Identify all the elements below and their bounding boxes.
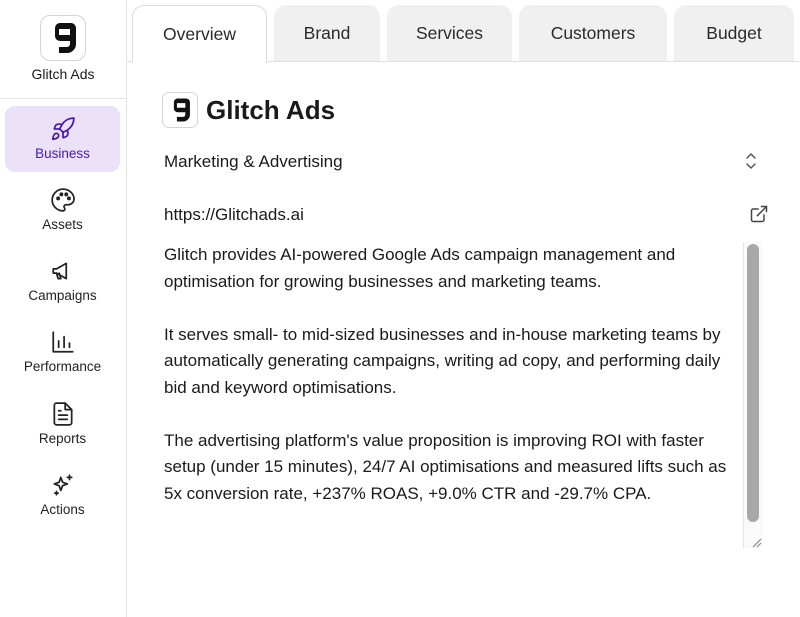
- document-icon: [52, 402, 73, 426]
- chevron-up-down-icon: [744, 151, 758, 176]
- industry-select[interactable]: Marketing & Advertising: [164, 146, 764, 178]
- sidebar-item-label: Assets: [42, 217, 83, 232]
- website-field[interactable]: https://Glitchads.ai: [164, 200, 769, 230]
- description-textarea[interactable]: Glitch provides AI-powered Google Ads ca…: [164, 242, 729, 548]
- external-link-icon[interactable]: [749, 204, 769, 229]
- sidebar-item-label: Campaigns: [28, 288, 97, 303]
- tab-brand[interactable]: Brand: [274, 5, 380, 61]
- brand-logo: [40, 15, 86, 61]
- resize-handle-icon[interactable]: [748, 534, 762, 548]
- description-paragraph: Glitch provides AI-powered Google Ads ca…: [164, 245, 676, 291]
- sidebar-item-actions[interactable]: Actions: [5, 462, 120, 528]
- sidebar: Glitch Ads Business Assets Campaigns Per…: [0, 0, 127, 617]
- tab-customers[interactable]: Customers: [519, 5, 667, 61]
- sidebar-item-assets[interactable]: Assets: [5, 177, 120, 243]
- website-value: https://Glitchads.ai: [164, 205, 304, 224]
- g-logo-icon: [173, 98, 190, 122]
- g-logo-icon: [55, 23, 76, 53]
- sidebar-item-campaigns[interactable]: Campaigns: [5, 248, 120, 314]
- scrollbar-thumb[interactable]: [747, 244, 759, 522]
- sidebar-item-business[interactable]: Business: [5, 106, 120, 172]
- sidebar-item-reports[interactable]: Reports: [5, 391, 120, 457]
- description-paragraph: The advertising platform's value proposi…: [164, 430, 727, 503]
- sidebar-item-performance[interactable]: Performance: [5, 319, 120, 385]
- bar-chart-icon: [51, 331, 74, 353]
- page-title: Glitch Ads: [206, 95, 336, 125]
- sidebar-item-label: Performance: [23, 359, 102, 374]
- palette-icon: [50, 188, 75, 212]
- sidebar-item-label: Business: [35, 146, 90, 161]
- brand-name: Glitch Ads: [31, 66, 95, 82]
- tab-overview[interactable]: Overview: [132, 5, 267, 63]
- tab-services[interactable]: Services: [387, 5, 512, 61]
- sparkle-icon: [52, 474, 73, 496]
- megaphone-icon: [51, 262, 67, 280]
- sidebar-item-label: Actions: [40, 502, 85, 517]
- brand-block[interactable]: Glitch Ads: [0, 0, 126, 99]
- rocket-icon: [51, 117, 75, 141]
- industry-value: Marketing & Advertising: [164, 152, 343, 171]
- description-paragraph: It serves small- to mid-sized businesses…: [164, 324, 721, 397]
- business-logo: [162, 92, 198, 128]
- app-window: Glitch Ads Business Assets Campaigns Per…: [0, 0, 800, 617]
- tab-budget[interactable]: Budget: [674, 5, 794, 61]
- sidebar-item-label: Reports: [38, 431, 87, 446]
